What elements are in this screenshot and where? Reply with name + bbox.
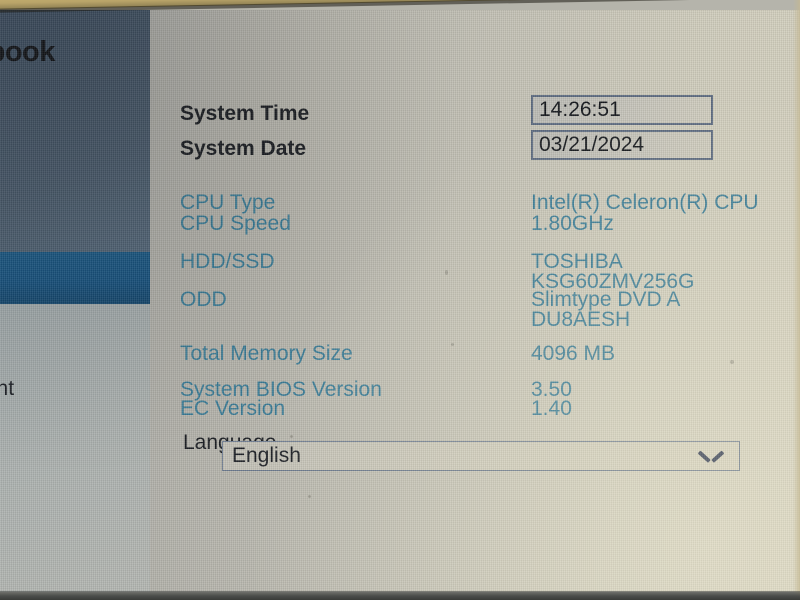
label-odd: ODD — [180, 288, 227, 311]
language-selected-value: English — [232, 444, 301, 467]
label-system-time: System Time — [180, 102, 310, 125]
language-dropdown[interactable]: English — [222, 441, 740, 471]
brand-title: abook — [0, 36, 55, 68]
chevron-down-icon — [699, 449, 723, 463]
laptop-screen: abook gement System Time 14:26:51 System… — [0, 10, 800, 592]
dust-speck — [308, 495, 311, 498]
system-date-value: 03/21/2024 — [539, 133, 645, 156]
dust-speck — [730, 360, 734, 364]
bios-setup-screenshot: abook gement System Time 14:26:51 System… — [0, 0, 800, 600]
dust-speck — [451, 343, 454, 346]
label-system-date: System Date — [180, 137, 307, 160]
label-cpu-speed: CPU Speed — [180, 212, 291, 235]
value-cpu-type: Intel(R) Celeron(R) CPU — [531, 191, 759, 214]
value-total-memory-size: 4096 MB — [531, 342, 616, 365]
system-time-value: 14:26:51 — [539, 98, 621, 121]
value-ec-version: 1.40 — [531, 397, 572, 420]
sidebar-item-management[interactable]: gement — [0, 377, 14, 401]
system-date-field[interactable]: 03/21/2024 — [531, 130, 713, 160]
value-odd-model: DU8AESH — [531, 308, 631, 331]
screen-bezel-right — [793, 0, 800, 600]
sidebar: abook gement — [0, 10, 150, 592]
label-total-memory-size: Total Memory Size — [180, 342, 353, 365]
sidebar-item-selected[interactable] — [0, 252, 150, 304]
value-hdd-ssd-vendor: TOSHIBA — [531, 250, 623, 273]
sidebar-lower-panel — [0, 304, 150, 592]
main-panel: System Time 14:26:51 System Date 03/21/2… — [150, 10, 800, 592]
screen-bezel-bottom — [0, 591, 800, 600]
system-time-field[interactable]: 14:26:51 — [531, 95, 713, 125]
label-ec-version: EC Version — [180, 397, 286, 420]
value-odd-vendor: Slimtype DVD A — [531, 288, 681, 311]
dust-speck — [290, 435, 293, 438]
label-hdd-ssd: HDD/SSD — [180, 250, 275, 273]
dust-speck — [445, 270, 448, 275]
value-cpu-speed: 1.80GHz — [531, 212, 614, 235]
label-cpu-type: CPU Type — [180, 191, 276, 214]
